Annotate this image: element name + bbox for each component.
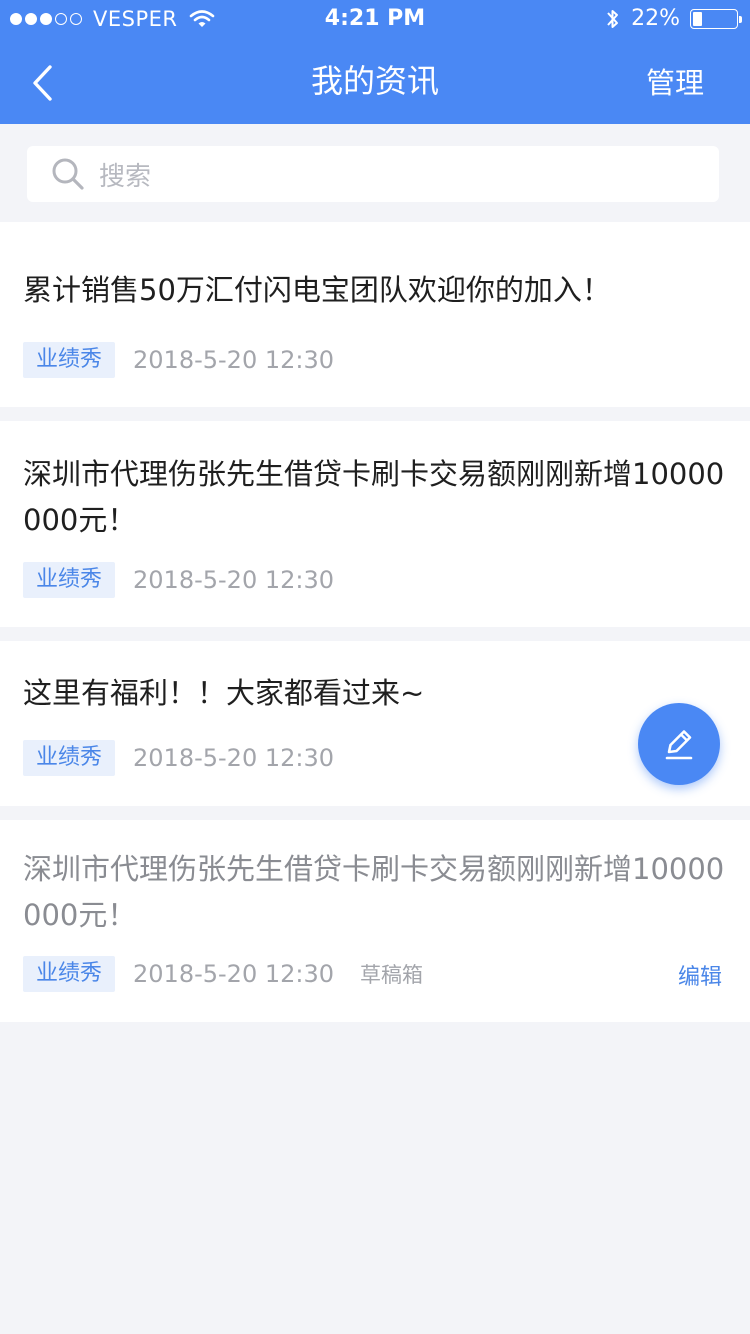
article-card[interactable]: 累计销售50万汇付闪电宝团队欢迎你的加入！ 业绩秀 2018-5-20 12:3… xyxy=(0,222,750,407)
article-meta: 业绩秀 2018-5-20 12:30 xyxy=(23,562,334,598)
article-card[interactable]: 这里有福利！！大家都看过来~ 业绩秀 2018-5-20 12:30 xyxy=(0,641,750,806)
category-tag: 业绩秀 xyxy=(23,562,116,598)
search-input[interactable]: 搜索 xyxy=(27,146,719,202)
status-bar: VESPER 4:21 PM 22% xyxy=(0,0,750,40)
app-header: VESPER 4:21 PM 22% 我的资讯 管理 xyxy=(0,0,750,124)
category-tag: 业绩秀 xyxy=(23,956,116,992)
manage-button[interactable]: 管理 xyxy=(646,60,704,102)
battery-percent: 22% xyxy=(631,6,680,31)
draft-article-card[interactable]: 深圳市代理伤张先生借贷卡刷卡交易额刚刚新增10000000元！ 业绩秀 2018… xyxy=(0,820,750,1022)
article-time: 2018-5-20 12:30 xyxy=(133,346,335,374)
article-meta: 业绩秀 2018-5-20 12:30 草稿箱 xyxy=(23,956,423,992)
status-right: 22% xyxy=(605,6,742,31)
category-tag: 业绩秀 xyxy=(23,342,116,378)
category-tag: 业绩秀 xyxy=(23,740,116,776)
article-time: 2018-5-20 12:30 xyxy=(133,744,335,772)
pencil-icon xyxy=(665,730,693,760)
article-title: 这里有福利！！大家都看过来~ xyxy=(23,676,425,710)
compose-button[interactable] xyxy=(638,703,720,785)
article-time: 2018-5-20 12:30 xyxy=(133,566,335,594)
battery-fill xyxy=(693,11,702,26)
page-title: 我的资讯 xyxy=(310,62,439,100)
article-card[interactable]: 深圳市代理伤张先生借贷卡刷卡交易额刚刚新增10000000元！ 业绩秀 2018… xyxy=(0,421,750,627)
article-meta: 业绩秀 2018-5-20 12:30 xyxy=(23,740,334,776)
bluetooth-icon xyxy=(607,9,619,28)
article-title: 深圳市代理伤张先生借贷卡刷卡交易额刚刚新增10000000元！ xyxy=(23,852,725,932)
search-icon xyxy=(52,158,84,190)
search-bar: 搜索 xyxy=(0,124,750,222)
article-meta: 业绩秀 2018-5-20 12:30 xyxy=(23,342,334,378)
article-title: 累计销售50万汇付闪电宝团队欢迎你的加入！ xyxy=(23,273,611,307)
battery-icon xyxy=(690,8,742,29)
draft-label: 草稿箱 xyxy=(360,963,424,987)
search-placeholder: 搜索 xyxy=(99,161,152,192)
article-time: 2018-5-20 12:30 xyxy=(133,960,335,988)
edit-button[interactable]: 编辑 xyxy=(678,959,722,991)
article-title: 深圳市代理伤张先生借贷卡刷卡交易额刚刚新增10000000元！ xyxy=(23,457,725,537)
